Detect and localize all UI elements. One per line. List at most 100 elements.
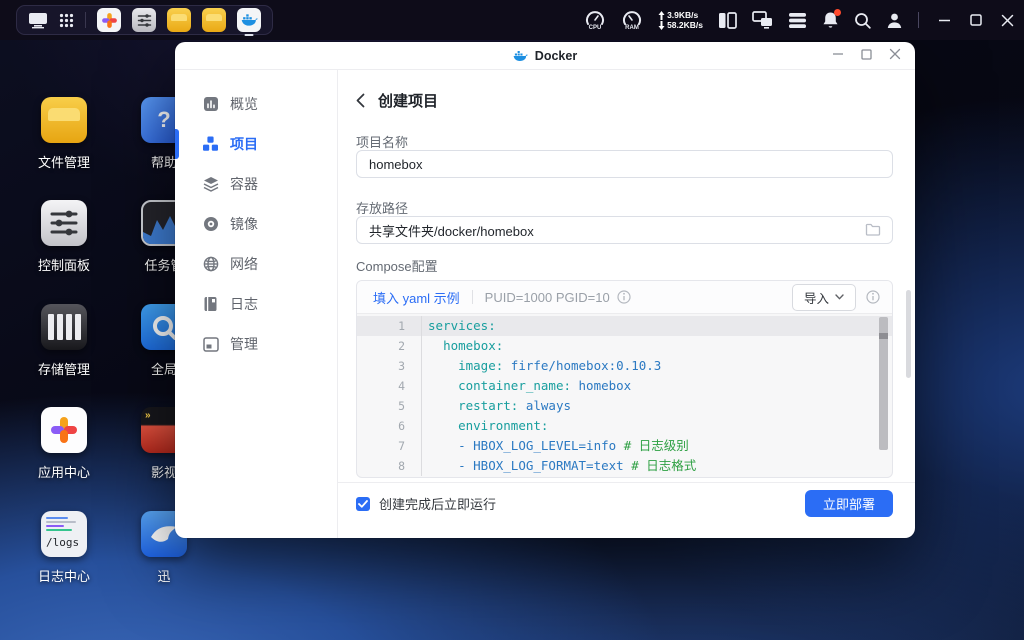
taskbar-app-dock	[16, 5, 273, 36]
cpu-gauge-icon[interactable]: CPU	[584, 9, 606, 31]
window-title: Docker	[534, 48, 578, 63]
taskbar-folder-icon[interactable]	[202, 8, 226, 32]
desktop-icon-app-center[interactable]: 应用中心	[18, 407, 110, 481]
notification-bell-icon[interactable]	[822, 9, 841, 29]
manage-icon	[202, 336, 219, 352]
editor-scrollbar[interactable]	[879, 317, 888, 450]
taskbar-docker-icon[interactable]	[237, 8, 261, 36]
desktop-icon-storage-manager[interactable]: 存储管理	[18, 304, 110, 378]
editor-line[interactable]: 5 restart: always	[357, 396, 892, 416]
run-after-create-checkbox[interactable]: 创建完成后立即运行	[356, 494, 496, 513]
taskbar-folder-icon[interactable]	[167, 8, 191, 32]
editor-line[interactable]: 8 - HBOX_LOG_FORMAT=text # 日志格式	[357, 456, 892, 476]
notification-badge	[834, 9, 841, 16]
sidebar-item-manage[interactable]: 管理	[175, 324, 337, 364]
page-title: 创建项目	[378, 93, 439, 110]
window-titlebar[interactable]: Docker	[175, 42, 915, 70]
sidebar-item-label: 日志	[230, 296, 258, 312]
desktop-icon-log-center[interactable]: /logs 日志中心	[18, 511, 110, 585]
desktop-icon-file-manager[interactable]: 文件管理	[18, 97, 110, 171]
sidebar-item-overview[interactable]: 概览	[175, 84, 337, 124]
desktop-icon-label: 控制面板	[37, 258, 90, 273]
storage-path-label: 存放路径	[356, 201, 409, 216]
desktop-icon-label: 迅	[157, 569, 171, 584]
editor-line[interactable]: 7 - HBOX_LOG_LEVEL=info # 日志级别	[357, 436, 892, 456]
compose-panel: 填入 yaml 示例 PUID=1000 PGID=10 导入 1 service…	[356, 280, 893, 478]
taskbar-app-center-icon[interactable]	[97, 8, 121, 32]
editor-line[interactable]: 6 environment:	[357, 416, 892, 436]
window-close-icon[interactable]	[889, 47, 901, 65]
projects-icon	[202, 136, 219, 152]
deploy-button[interactable]: 立即部署	[805, 490, 893, 517]
network-globe-icon	[202, 256, 219, 272]
app-center-icon	[41, 407, 87, 453]
ram-gauge-icon[interactable]: RAM	[621, 9, 643, 31]
sidebar-item-network[interactable]: 网络	[175, 244, 337, 284]
sidebar-item-images[interactable]: 镜像	[175, 204, 337, 244]
desktop-close-icon[interactable]	[1001, 14, 1014, 27]
overview-icon	[202, 96, 219, 112]
sidebar: 概览 项目 容器 镜像 网络 日志 管理	[175, 70, 337, 538]
svg-text:RAM: RAM	[625, 25, 639, 31]
toolbar-divider	[471, 290, 473, 304]
editor-line[interactable]: 2 homebox:	[357, 336, 892, 356]
show-desktop-icon[interactable]	[28, 12, 48, 29]
puid-pgid-hint: PUID=1000 PGID=10	[484, 289, 610, 305]
footer-divider	[338, 482, 915, 483]
logs-journal-icon	[202, 296, 219, 312]
containers-icon	[202, 176, 219, 192]
storage-manager-icon	[41, 304, 87, 350]
svg-text:CPU: CPU	[589, 25, 602, 31]
import-button[interactable]: 导入	[791, 283, 856, 311]
editor-line[interactable]: 1 services:	[357, 316, 892, 336]
editor-line[interactable]: 3 image: firfe/homebox:0.10.3	[357, 356, 892, 376]
server-icon[interactable]	[788, 12, 807, 29]
desktop-minimize-icon[interactable]	[938, 14, 951, 27]
sidebar-item-label: 概览	[230, 96, 258, 112]
user-icon[interactable]	[886, 12, 903, 29]
devices-icon[interactable]	[752, 11, 773, 29]
search-icon[interactable]	[854, 12, 871, 29]
sidebar-item-label: 管理	[230, 336, 258, 352]
window-minimize-icon[interactable]	[832, 47, 844, 65]
taskbar-separator	[918, 12, 919, 28]
checkbox-label: 创建完成后立即运行	[379, 497, 497, 512]
file-manager-icon	[41, 97, 87, 143]
import-info-icon[interactable]	[866, 290, 880, 304]
fill-yaml-example-link[interactable]: 填入 yaml 示例	[373, 288, 460, 307]
editor-line[interactable]: 4 container_name: homebox	[357, 376, 892, 396]
desktop-icon-label: 日志中心	[37, 569, 90, 584]
sidebar-item-logs[interactable]: 日志	[175, 284, 337, 324]
back-button[interactable]	[356, 93, 365, 108]
control-panel-icon	[41, 200, 87, 246]
compose-editor[interactable]: 1 services: 2 homebox: 3 image: firfe/homeb…	[357, 314, 892, 477]
compose-config-label: Compose配置	[356, 259, 438, 274]
network-speed[interactable]: 3.9KB/s 58.2KB/s	[658, 10, 703, 30]
browse-folder-icon[interactable]	[865, 223, 881, 236]
desktop-icon-label: 帮助	[150, 155, 177, 170]
screen: 文件管理 控制面板 存储管理 应用中心 /logs 日志中心 ? 帮助 任务管 …	[0, 0, 1024, 640]
hint-info-icon[interactable]	[617, 290, 631, 304]
images-icon	[202, 216, 219, 232]
running-indicator	[244, 34, 254, 36]
dock-separator	[85, 12, 86, 28]
taskbar-control-panel-icon[interactable]	[132, 8, 156, 32]
taskbar: CPU RAM 3.9KB/s 58.2KB/s	[0, 0, 1024, 40]
storage-path-input[interactable]	[356, 216, 893, 244]
window-maximize-icon[interactable]	[861, 47, 872, 65]
sidebar-item-label: 镜像	[230, 216, 258, 232]
sidebar-item-label: 容器	[230, 176, 258, 192]
chevron-down-icon	[835, 294, 844, 300]
desktop-icon-control-panel[interactable]: 控制面板	[18, 200, 110, 274]
desktop-icon-label: 全局	[150, 362, 177, 377]
window-scrollbar[interactable]	[906, 290, 911, 378]
project-name-input[interactable]	[356, 150, 893, 178]
sidebar-item-containers[interactable]: 容器	[175, 164, 337, 204]
desktop-icon-label: 影视	[150, 465, 177, 480]
app-grid-icon[interactable]	[59, 13, 74, 28]
checkbox-checked-icon	[356, 496, 370, 511]
sidebar-item-projects[interactable]: 项目	[175, 124, 337, 164]
compose-editor-lines: 1 services: 2 homebox: 3 image: firfe/homeb…	[357, 316, 892, 476]
widgets-icon[interactable]	[718, 11, 737, 29]
desktop-maximize-icon[interactable]	[970, 14, 982, 26]
